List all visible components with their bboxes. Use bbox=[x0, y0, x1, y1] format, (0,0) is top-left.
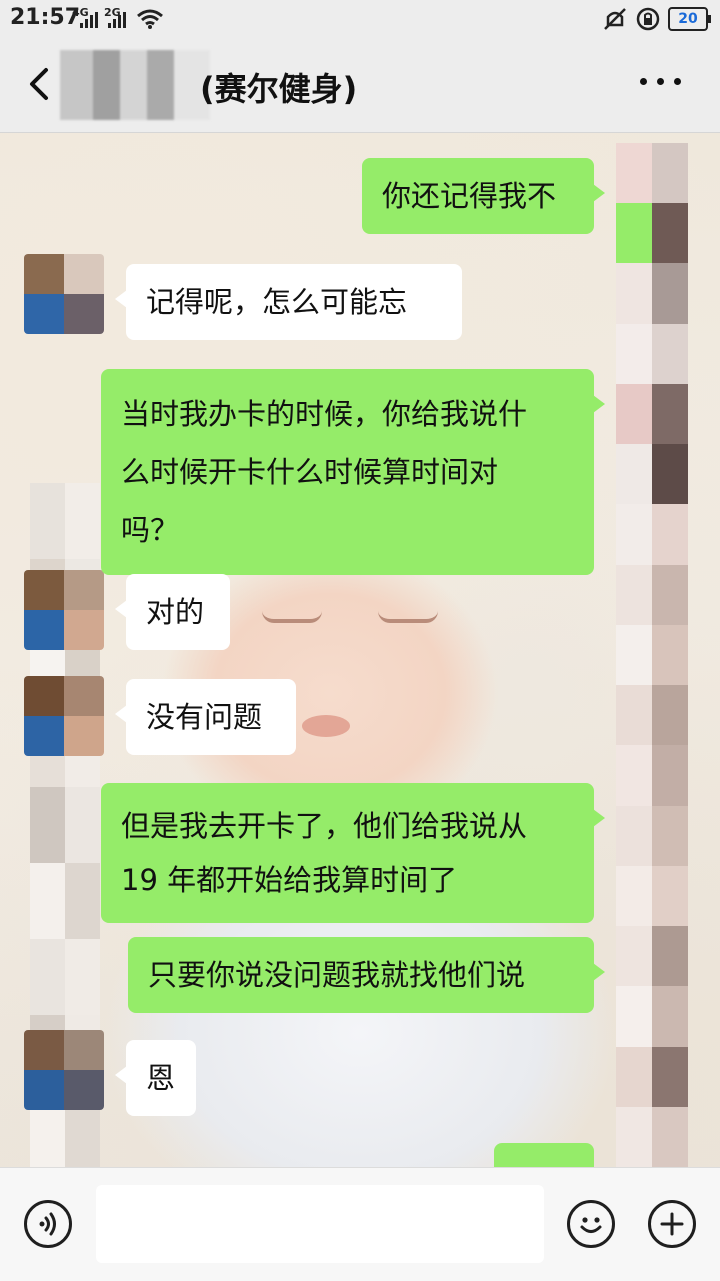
wifi-icon bbox=[137, 9, 163, 29]
signal-icon bbox=[80, 12, 100, 28]
back-arrow-icon[interactable] bbox=[22, 60, 62, 108]
contact-name-blurred bbox=[60, 50, 210, 120]
message-bubble-received[interactable]: 恩 bbox=[115, 1040, 196, 1116]
message-bubble-received[interactable]: 对的 bbox=[115, 574, 230, 650]
lock-icon bbox=[636, 7, 660, 31]
message-text: 19 年都开始给我算时间了 bbox=[121, 863, 458, 897]
mute-icon bbox=[604, 8, 626, 30]
message-bubble-received[interactable]: 没有问题 bbox=[115, 679, 296, 755]
message-text: 恩 bbox=[146, 1061, 176, 1095]
background-photo-detail bbox=[378, 611, 438, 623]
status-bar: 21:57 4G 2G 20 bbox=[0, 0, 720, 38]
message-text: 当时我办卡的时候，你给我说什 bbox=[121, 397, 528, 431]
battery-icon: 20 bbox=[668, 7, 711, 31]
message-text: 对的 bbox=[146, 595, 205, 629]
message-bubble-sent[interactable] bbox=[494, 1143, 594, 1167]
message-bubble-sent[interactable]: 当时我办卡的时候，你给我说什 么时候开卡什么时候算时间对 吗？ bbox=[101, 369, 605, 575]
chat-title[interactable]: (赛尔健身) bbox=[200, 64, 357, 110]
contact-avatar[interactable] bbox=[24, 254, 104, 334]
mosaic-blur-right bbox=[616, 143, 688, 1167]
message-bubble-sent[interactable]: 你还记得我不 bbox=[362, 158, 605, 234]
message-bubble-received[interactable]: 记得呢，怎么可能忘 bbox=[115, 264, 462, 340]
message-text: 么时候开卡什么时候算时间对 bbox=[121, 455, 499, 489]
message-bubble-sent[interactable]: 但是我去开卡了，他们给我说从 19 年都开始给我算时间了 bbox=[101, 783, 605, 923]
chat-area[interactable]: 你还记得我不 记得呢，怎么可能忘 当时我办卡的时候，你给我说什 么时候开卡什么时… bbox=[0, 133, 720, 1167]
message-input[interactable] bbox=[96, 1185, 544, 1263]
contact-avatar[interactable] bbox=[24, 676, 104, 756]
status-time: 21:57 bbox=[10, 5, 81, 30]
contact-avatar[interactable] bbox=[24, 570, 104, 650]
message-text: 你还记得我不 bbox=[382, 179, 557, 213]
contact-avatar[interactable] bbox=[24, 1030, 104, 1110]
background-photo-detail bbox=[262, 611, 322, 623]
message-text: 只要你说没问题我就找他们说 bbox=[148, 958, 526, 992]
plus-icon[interactable] bbox=[648, 1200, 696, 1248]
signal-icon bbox=[108, 12, 128, 28]
message-bubble-sent[interactable]: 只要你说没问题我就找他们说 bbox=[128, 937, 605, 1013]
emoji-icon[interactable] bbox=[567, 1200, 615, 1248]
chat-header: (赛尔健身) bbox=[0, 38, 720, 133]
message-text: 吗？ bbox=[121, 513, 180, 547]
voice-icon[interactable] bbox=[24, 1200, 72, 1248]
background-photo-detail bbox=[302, 715, 350, 737]
input-bar bbox=[0, 1167, 720, 1281]
message-text: 没有问题 bbox=[146, 700, 263, 734]
message-text: 记得呢，怎么可能忘 bbox=[146, 285, 408, 319]
message-text: 但是我去开卡了，他们给我说从 bbox=[121, 809, 528, 843]
more-dots-icon[interactable] bbox=[640, 78, 682, 90]
